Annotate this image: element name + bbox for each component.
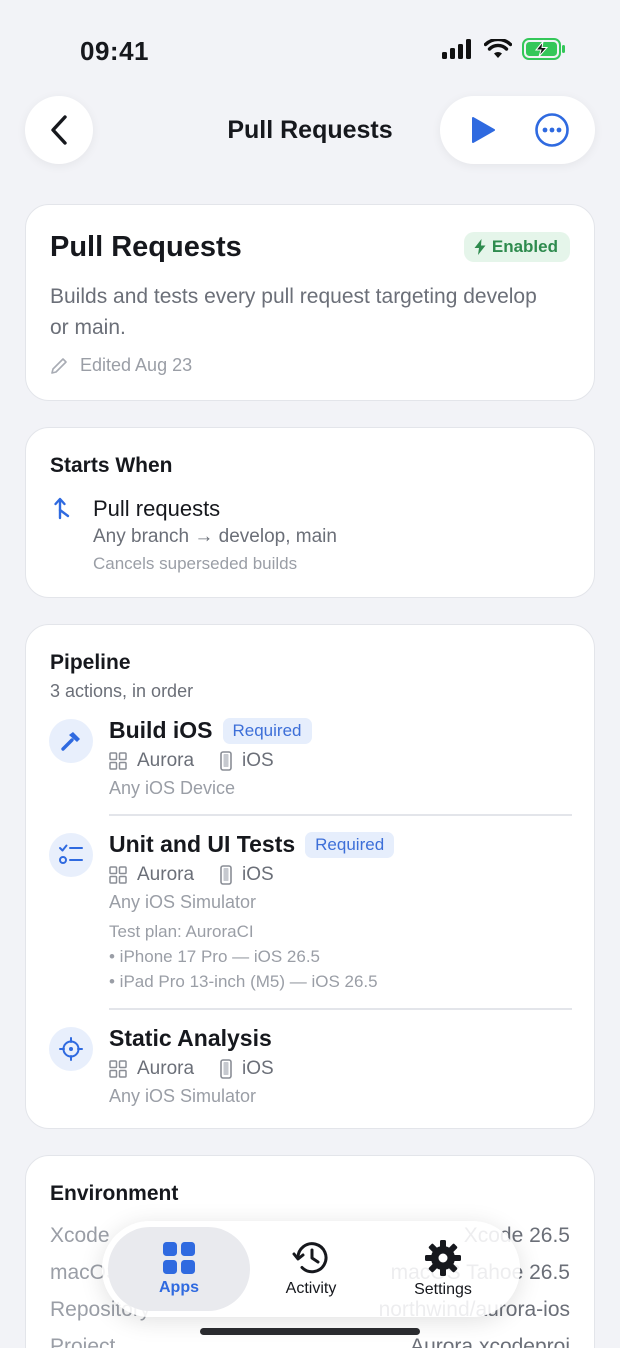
test-plan: Test plan: AuroraCI bbox=[109, 922, 254, 941]
required-badge: Required bbox=[305, 831, 395, 858]
ellipsis-circle-icon bbox=[535, 113, 570, 147]
env-value: Aurora.xcodeproj bbox=[410, 1335, 570, 1348]
action-title: Build iOS Required bbox=[109, 717, 312, 744]
env-label: Project bbox=[50, 1335, 116, 1348]
action-platform: iOS bbox=[242, 1058, 274, 1079]
action-build-ios[interactable]: Build iOS Required Aurora iOS Any iOS De… bbox=[26, 717, 596, 809]
workflow-description: Builds and tests every pull request targ… bbox=[50, 285, 537, 339]
home-indicator bbox=[200, 1328, 420, 1335]
iphone-icon bbox=[220, 1059, 232, 1079]
env-row-project: Project Aurora.xcodeproj bbox=[50, 1335, 570, 1348]
tab-label: Apps bbox=[159, 1279, 199, 1296]
app-grid-icon bbox=[109, 752, 127, 770]
workflow-summary-card: Pull Requests Enabled Builds and tests e… bbox=[25, 204, 595, 401]
nav-actions bbox=[440, 96, 595, 164]
status-badge-label: Enabled bbox=[491, 237, 558, 256]
trigger-note: Cancels superseded builds bbox=[93, 554, 298, 573]
workflow-title: Pull Requests bbox=[50, 231, 242, 263]
pipeline-card: Pipeline 3 actions, in order Build iOS R… bbox=[25, 624, 595, 1129]
bolt-icon bbox=[474, 239, 486, 255]
pencil-icon bbox=[51, 357, 67, 374]
play-icon bbox=[471, 117, 495, 143]
tab-label: Settings bbox=[414, 1281, 472, 1298]
trigger-branches: Any branch → develop, main bbox=[93, 526, 337, 547]
action-unit-ui-tests[interactable]: Unit and UI Tests Required Aurora iOS An… bbox=[26, 831, 596, 1003]
gear-icon bbox=[425, 1240, 461, 1276]
action-platform: iOS bbox=[242, 864, 274, 885]
tab-bar: Apps Activity Settings bbox=[102, 1221, 520, 1317]
environment-heading: Environment bbox=[50, 1182, 179, 1205]
tab-label: Activity bbox=[285, 1280, 337, 1297]
action-static-analysis[interactable]: Static Analysis Aurora iOS Any iOS Simul… bbox=[26, 1025, 596, 1117]
pipeline-heading: Pipeline bbox=[50, 651, 131, 674]
test-device: • iPad Pro 13-inch (M5) — iOS 26.5 bbox=[109, 972, 378, 991]
run-button[interactable] bbox=[453, 100, 513, 160]
divider bbox=[109, 814, 572, 816]
tab-activity[interactable]: Activity bbox=[240, 1227, 382, 1311]
app-grid-icon bbox=[109, 1060, 127, 1078]
edited-info: Edited Aug 23 bbox=[50, 355, 192, 376]
pull-request-icon bbox=[54, 497, 70, 520]
divider bbox=[109, 1008, 572, 1010]
action-destination: Any iOS Simulator bbox=[109, 892, 257, 912]
action-platform: iOS bbox=[242, 750, 274, 771]
env-label: Xcode bbox=[50, 1224, 110, 1247]
checklist-icon bbox=[49, 833, 93, 877]
more-button[interactable] bbox=[522, 100, 582, 160]
wifi-icon bbox=[484, 39, 512, 58]
crosshair-icon bbox=[49, 1027, 93, 1071]
hammer-icon bbox=[49, 719, 93, 763]
trigger-title: Pull requests bbox=[93, 496, 221, 521]
starts-when-heading: Starts When bbox=[50, 454, 173, 477]
starts-when-card[interactable]: Starts When Pull requests Any branch → d… bbox=[25, 427, 595, 598]
action-title: Unit and UI Tests Required bbox=[109, 831, 395, 858]
action-title: Static Analysis bbox=[109, 1025, 272, 1052]
app-grid-icon bbox=[109, 866, 127, 884]
action-app: Aurora bbox=[137, 864, 195, 885]
pipeline-subtitle: 3 actions, in order bbox=[50, 681, 194, 701]
action-app: Aurora bbox=[137, 1058, 195, 1079]
tab-settings[interactable]: Settings bbox=[372, 1227, 514, 1311]
iphone-icon bbox=[220, 865, 232, 885]
action-destination: Any iOS Simulator bbox=[109, 1086, 257, 1106]
status-badge: Enabled bbox=[463, 232, 570, 262]
test-device: • iPhone 17 Pro — iOS 26.5 bbox=[109, 947, 321, 966]
action-title-text: Static Analysis bbox=[109, 1025, 272, 1051]
battery-charging-icon bbox=[522, 38, 565, 60]
history-clock-icon bbox=[292, 1242, 328, 1274]
cellular-signal-icon bbox=[442, 39, 471, 59]
apps-grid-icon bbox=[163, 1242, 195, 1274]
action-app: Aurora bbox=[137, 750, 195, 771]
iphone-icon bbox=[220, 751, 232, 771]
status-bar: 09:41 bbox=[0, 0, 620, 100]
status-icons bbox=[442, 38, 566, 60]
status-time: 09:41 bbox=[80, 36, 149, 66]
required-badge: Required bbox=[222, 717, 312, 744]
edited-label: Edited Aug 23 bbox=[80, 355, 193, 375]
action-meta: Aurora iOS bbox=[109, 750, 274, 772]
action-meta: Aurora iOS bbox=[109, 864, 274, 886]
action-destination: Any iOS Device bbox=[109, 778, 236, 798]
action-title-text: Unit and UI Tests bbox=[109, 831, 296, 857]
action-meta: Aurora iOS bbox=[109, 1058, 274, 1080]
tab-apps[interactable]: Apps bbox=[108, 1227, 250, 1311]
action-title-text: Build iOS bbox=[109, 717, 213, 743]
